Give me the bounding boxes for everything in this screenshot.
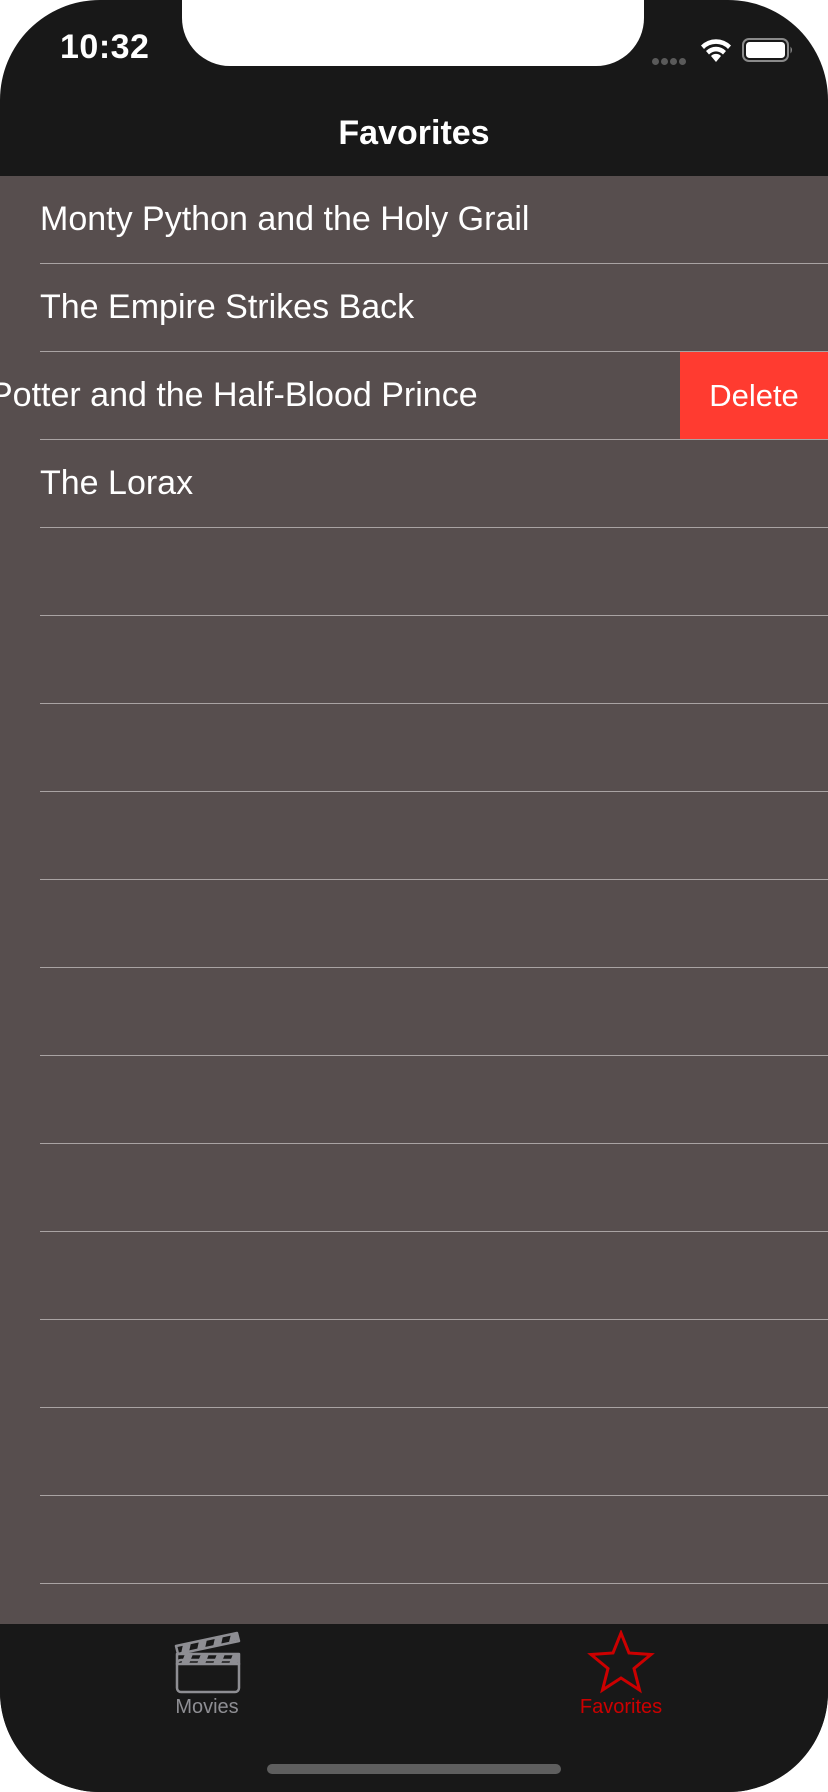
table-row[interactable]: The Lorax [0,440,828,528]
table-row[interactable]: The Empire Strikes Back [0,264,828,352]
tab-movies[interactable]: Movies [127,1630,287,1730]
empty-table-row [0,1056,828,1144]
tab-favorites[interactable]: Favorites [541,1630,701,1730]
empty-table-row [0,968,828,1056]
page-title: Favorites [338,114,490,152]
tab-label: Movies [175,1696,239,1718]
battery-icon [742,38,792,62]
delete-button[interactable]: Delete [680,352,828,439]
tab-label: Favorites [579,1696,663,1718]
status-bar: 10:32 [0,0,828,100]
empty-table-row [0,528,828,616]
movie-title: The Lorax [40,464,194,502]
row-separator [40,1583,828,1584]
navigation-bar: Favorites [0,100,828,176]
wifi-icon [701,39,731,62]
clapperboard-icon [174,1631,241,1694]
home-indicator[interactable] [267,1764,561,1774]
favorites-table[interactable]: Monty Python and the Holy Grail The Empi… [0,176,828,1624]
empty-table-row [0,1320,828,1408]
empty-table-row [0,1144,828,1232]
device-notch [182,0,644,66]
cellular-signal-icon [652,52,692,65]
movie-title: The Empire Strikes Back [40,288,415,326]
tab-bar: Movies Favorites [0,1624,828,1792]
empty-table-row [0,616,828,704]
empty-table-row [0,1496,828,1584]
movie-title: Potter and the Half-Blood Prince [0,376,478,414]
movie-title: Monty Python and the Holy Grail [40,200,530,238]
status-time: 10:32 [60,28,150,66]
empty-table-row [0,792,828,880]
star-icon [587,1630,655,1694]
empty-table-row [0,1232,828,1320]
empty-table-row [0,880,828,968]
empty-table-row [0,1408,828,1496]
empty-table-row [0,704,828,792]
table-row[interactable]: Monty Python and the Holy Grail [0,176,828,264]
table-row-swiped[interactable]: Potter and the Half-Blood Prince Delete [0,352,828,440]
phone-screen: 10:32 Favorites Monty Python and the Hol… [0,0,828,1792]
